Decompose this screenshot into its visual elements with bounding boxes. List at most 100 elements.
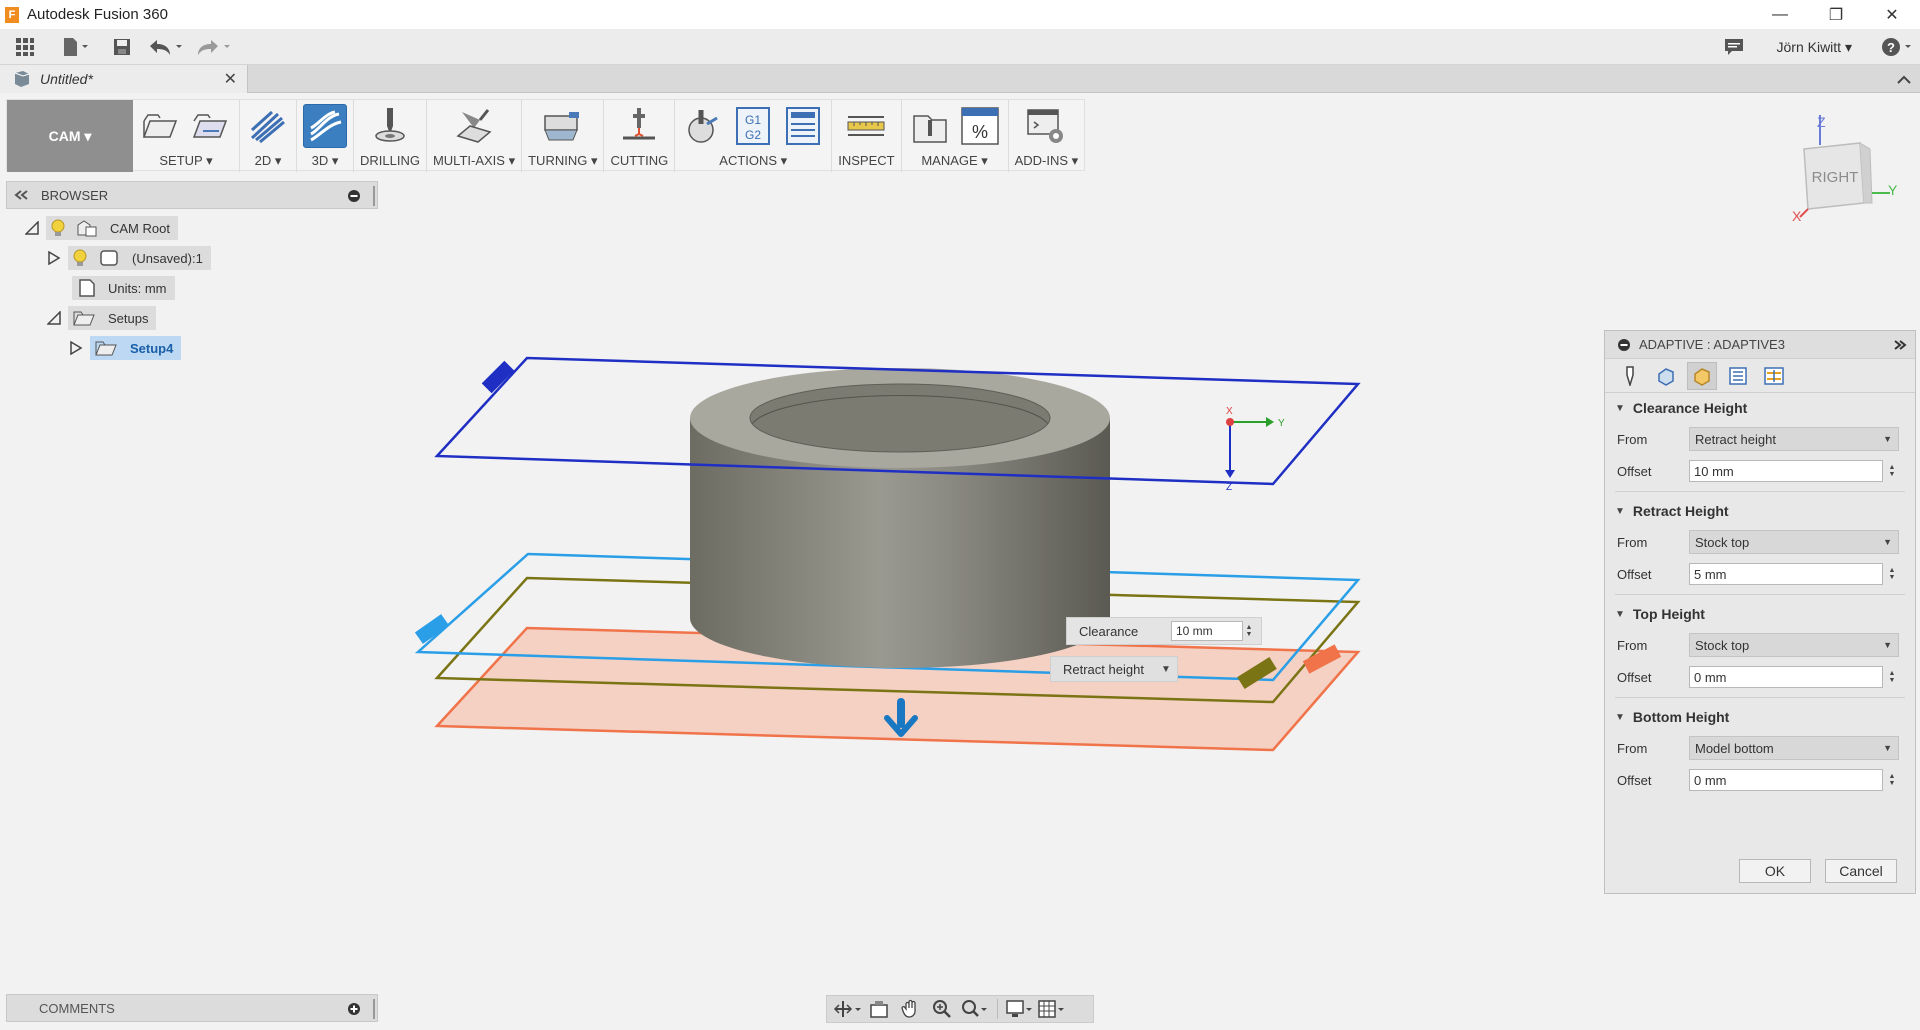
ribbon-group-2d[interactable]: 2D ▾ [240,100,297,172]
cancel-button[interactable]: Cancel [1825,859,1897,883]
new-setup-icon[interactable] [139,104,183,148]
setup-sheet-icon[interactable] [781,104,825,148]
retract-from-select[interactable]: Stock top ▼ [1689,530,1899,554]
clearance-value-input[interactable]: 10 mm [1171,621,1243,641]
bottom-offset-spinner[interactable]: ▲ ▼ [1885,768,1899,792]
clearance-height-header[interactable]: ▼ Clearance Height [1615,393,1905,423]
scripts-addins-icon[interactable] [1024,104,1068,148]
tab-linking[interactable] [1759,362,1789,390]
minus-circle-icon[interactable] [1617,338,1631,352]
file-menu-button[interactable] [50,29,102,65]
ribbon-group-addins[interactable]: ADD-INS ▾ [1009,100,1085,172]
plus-circle-icon[interactable] [347,1002,361,1016]
lightbulb-icon[interactable] [50,219,66,237]
data-panel-button[interactable] [0,29,50,65]
help-button[interactable]: ? [1876,29,1920,65]
clearance-offset-spinner[interactable]: ▲ ▼ [1885,459,1899,483]
tree-row-unsaved[interactable]: (Unsaved):1 [46,246,211,270]
post-process-icon[interactable]: G1 G2 [731,104,775,148]
clearance-from-select[interactable]: Retract height ▼ [1689,427,1899,451]
ribbon-group-multiaxis[interactable]: MULTI-AXIS ▾ [427,100,523,172]
panel-pin-handle[interactable] [373,186,375,206]
tab-tool[interactable] [1615,362,1645,390]
panel-pin-handle[interactable] [373,999,375,1019]
ribbon-group-manage[interactable]: % MANAGE ▾ [902,100,1009,172]
3d-adaptive-icon[interactable] [303,104,347,148]
template-library-icon[interactable]: % [958,104,1002,148]
expanded-triangle-icon[interactable] [46,310,62,326]
retract-height-dropdown[interactable]: Retract height ▼ [1050,656,1178,682]
collapsed-triangle-icon[interactable] [46,250,62,266]
workspace-switcher[interactable]: CAM ▾ [7,100,133,172]
bottom-offset-input[interactable]: 0 mm [1689,769,1883,791]
orbit-button[interactable] [833,997,861,1021]
tree-row-setups[interactable]: Setups [46,306,157,330]
collapsed-triangle-icon[interactable] [68,340,84,356]
restore-button[interactable]: ❐ [1808,0,1864,29]
tree-node-setups[interactable]: Setups [68,306,157,330]
minus-circle-icon[interactable] [347,189,361,203]
undo-button[interactable] [142,29,190,65]
measure-icon[interactable] [844,104,888,148]
turning-icon[interactable] [541,104,585,148]
lightbulb-icon[interactable] [72,249,88,267]
view-cube[interactable]: RIGHT Z Y X [1790,114,1900,225]
top-height-header[interactable]: ▼ Top Height [1615,599,1905,629]
ribbon-group-turning[interactable]: TURNING ▾ [522,100,605,172]
close-tab-icon[interactable]: ✕ [224,69,237,89]
tree-node-units[interactable]: Units: mm [72,276,175,300]
ribbon-group-3d[interactable]: 3D ▾ [297,100,354,172]
tool-library-icon[interactable] [908,104,952,148]
tree-node-unsaved[interactable]: (Unsaved):1 [68,246,211,270]
ribbon-group-setup[interactable]: SETUP ▾ [133,100,240,172]
tree-row-setup4[interactable]: Setup4 [68,336,182,360]
retract-height-header[interactable]: ▼ Retract Height [1615,496,1905,526]
tree-node-setup4[interactable]: Setup4 [90,336,182,360]
top-offset-input[interactable]: 0 mm [1689,666,1883,688]
tab-passes[interactable] [1723,362,1753,390]
cam-viewport[interactable]: X Y Z [380,290,1410,790]
collapse-left-icon[interactable] [13,189,29,201]
clearance-spinner[interactable]: ▲ ▼ [1243,621,1255,641]
part-cylinder[interactable] [690,368,1110,668]
tree-row-units[interactable]: Units: mm [72,276,175,300]
2d-toolpath-icon[interactable] [246,104,290,148]
user-account-menu[interactable]: Jörn Kiwitt ▾ [1777,39,1853,56]
tab-geometry[interactable] [1651,362,1681,390]
display-settings-button[interactable] [1006,997,1034,1021]
top-from-select[interactable]: Stock top ▼ [1689,633,1899,657]
drill-icon[interactable] [368,104,412,148]
ok-button[interactable]: OK [1739,859,1811,883]
minimize-button[interactable]: — [1752,0,1808,29]
multi-axis-icon[interactable] [452,104,496,148]
tab-heights[interactable] [1687,361,1717,390]
expanded-triangle-icon[interactable] [24,220,40,236]
ribbon-group-actions[interactable]: G1 G2 ACTIONS ▾ [675,100,833,172]
tree-row-cam-root[interactable]: CAM Root [24,216,178,240]
clearance-offset-input[interactable]: 10 mm [1689,460,1883,482]
ribbon-group-inspect[interactable]: INSPECT [832,100,902,172]
zoom-button[interactable] [929,997,957,1021]
grid-settings-button[interactable] [1038,997,1066,1021]
pan-button[interactable] [897,997,925,1021]
top-offset-spinner[interactable]: ▲ ▼ [1885,665,1899,689]
look-at-button[interactable] [865,997,893,1021]
cutting-icon[interactable] [617,104,661,148]
save-button[interactable] [102,29,142,65]
collapse-up-icon[interactable] [1896,73,1912,85]
job-status-button[interactable] [1719,29,1749,65]
simulate-icon[interactable] [681,104,725,148]
retract-offset-input[interactable]: 5 mm [1689,563,1883,585]
stock-setup-icon[interactable] [189,104,233,148]
ribbon-group-cutting[interactable]: CUTTING [604,100,676,172]
bottom-height-header[interactable]: ▼ Bottom Height [1615,702,1905,732]
redo-button[interactable] [190,29,238,65]
bottom-from-select[interactable]: Model bottom ▼ [1689,736,1899,760]
retract-offset-spinner[interactable]: ▲ ▼ [1885,562,1899,586]
expand-right-icon[interactable] [1893,339,1907,351]
ribbon-group-drilling[interactable]: DRILLING [354,100,427,172]
document-tab-untitled[interactable]: Untitled* ✕ [0,65,248,93]
fit-button[interactable] [961,997,989,1021]
close-window-button[interactable]: ✕ [1864,0,1920,29]
tree-node-cam-root[interactable]: CAM Root [46,216,178,240]
